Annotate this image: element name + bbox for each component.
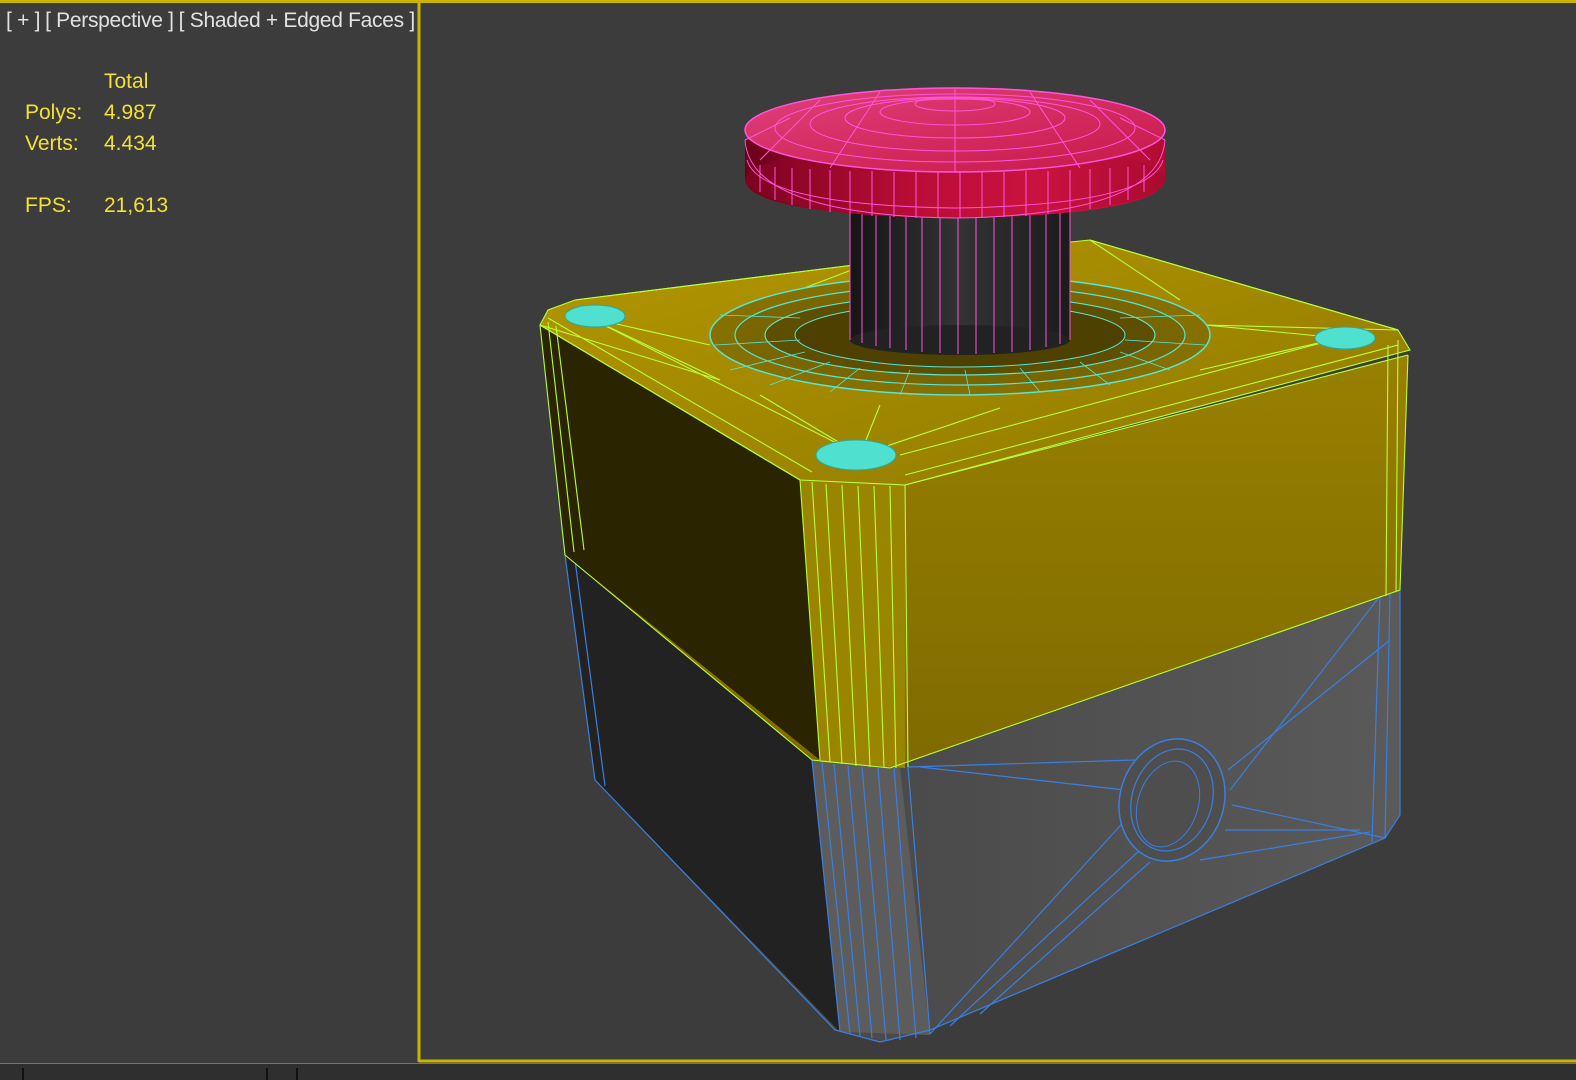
perspective-viewport[interactable]: [ + ][ Perspective ][ Shaded + Edged Fac… xyxy=(0,0,1576,1080)
viewport-label[interactable]: [ + ][ Perspective ][ Shaded + Edged Fac… xyxy=(6,9,420,33)
viewport-shading-menu[interactable]: [ Shaded + Edged Faces ] xyxy=(179,9,416,32)
stats-header: Total xyxy=(104,70,149,93)
polys-label: Polys: xyxy=(25,101,83,124)
strip-tick xyxy=(266,1068,268,1080)
verts-value: 4.434 xyxy=(104,132,157,155)
polys-value: 4.987 xyxy=(104,101,157,124)
strip-tick xyxy=(296,1068,298,1080)
viewport-menu-plus[interactable]: [ + ] xyxy=(6,9,40,32)
viewport-view-menu[interactable]: [ Perspective ] xyxy=(45,9,174,32)
verts-label: Verts: xyxy=(25,132,79,155)
bottom-status-strip xyxy=(0,1063,1576,1080)
emergency-stop-cap xyxy=(744,87,1166,219)
button-stem xyxy=(849,205,1071,355)
statistics-overlay: Total Polys: 4.987 Verts: 4.434 FPS: 21,613 xyxy=(25,66,168,221)
fps-label: FPS: xyxy=(25,194,72,217)
3d-scene[interactable] xyxy=(0,0,1576,1080)
strip-tick xyxy=(22,1068,24,1080)
fps-value: 21,613 xyxy=(104,194,169,217)
